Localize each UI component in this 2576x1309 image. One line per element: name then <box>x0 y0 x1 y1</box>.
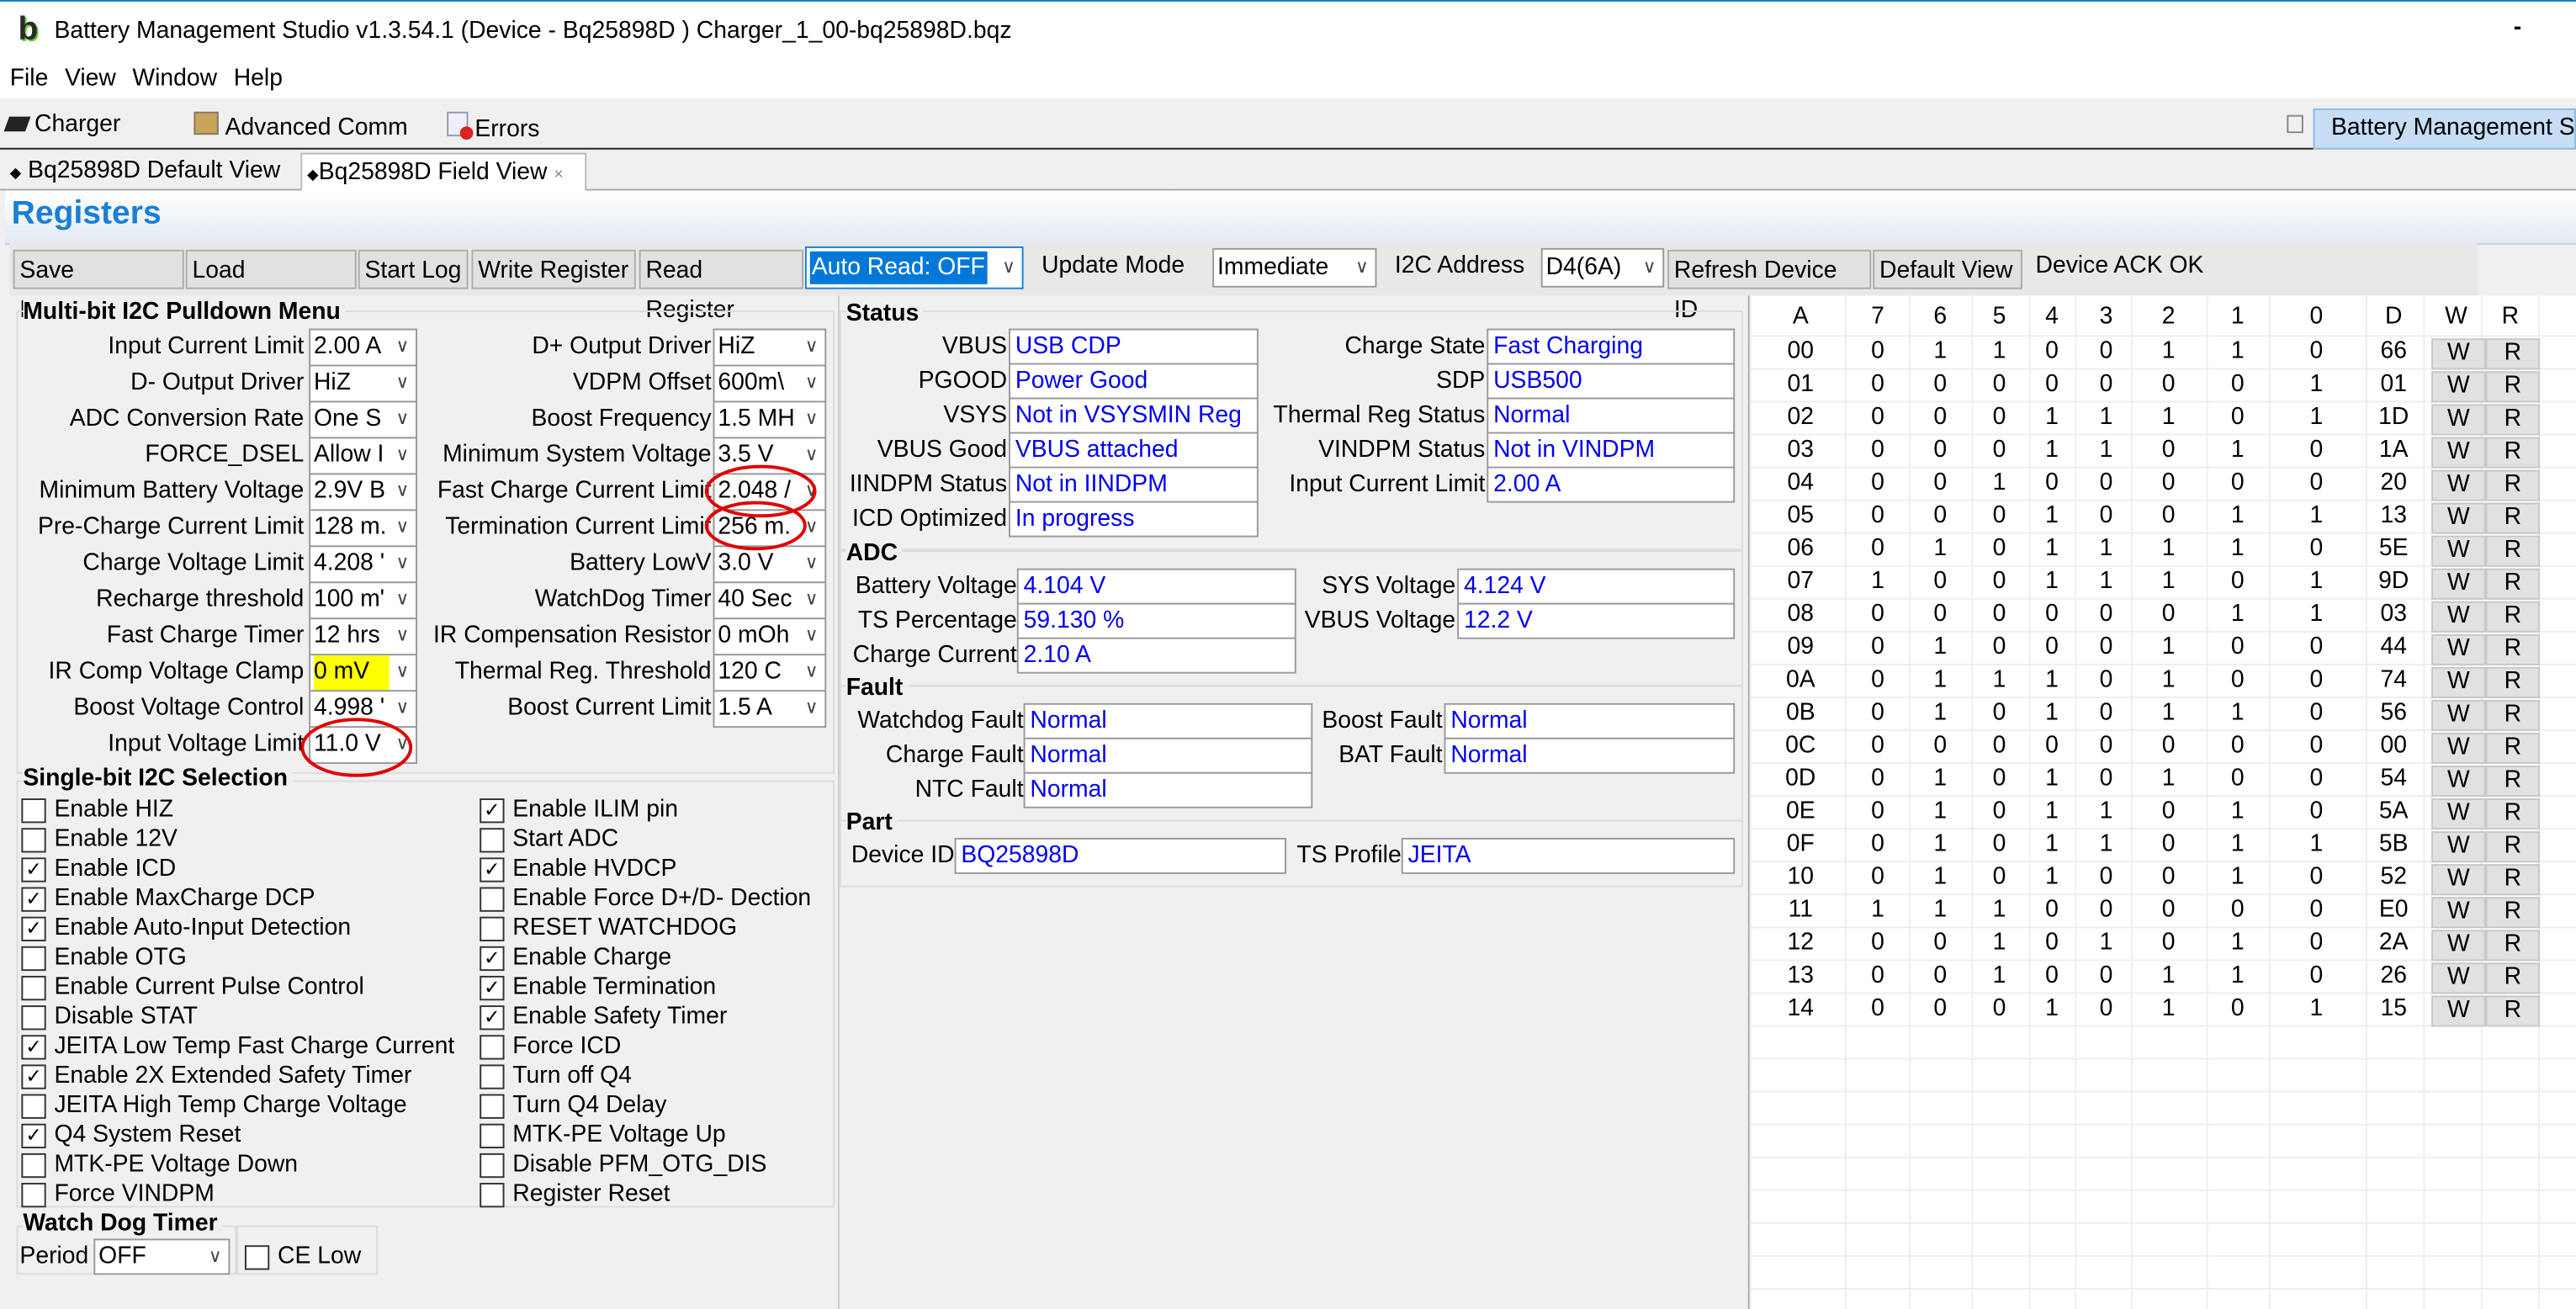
app-window: b Battery Management Studio v1.3.54.1 (D… <box>0 0 2576 1309</box>
annotation-circle-termination <box>704 501 807 551</box>
annotation-circle-input-voltage <box>300 718 413 777</box>
red-annotations <box>300 464 817 777</box>
